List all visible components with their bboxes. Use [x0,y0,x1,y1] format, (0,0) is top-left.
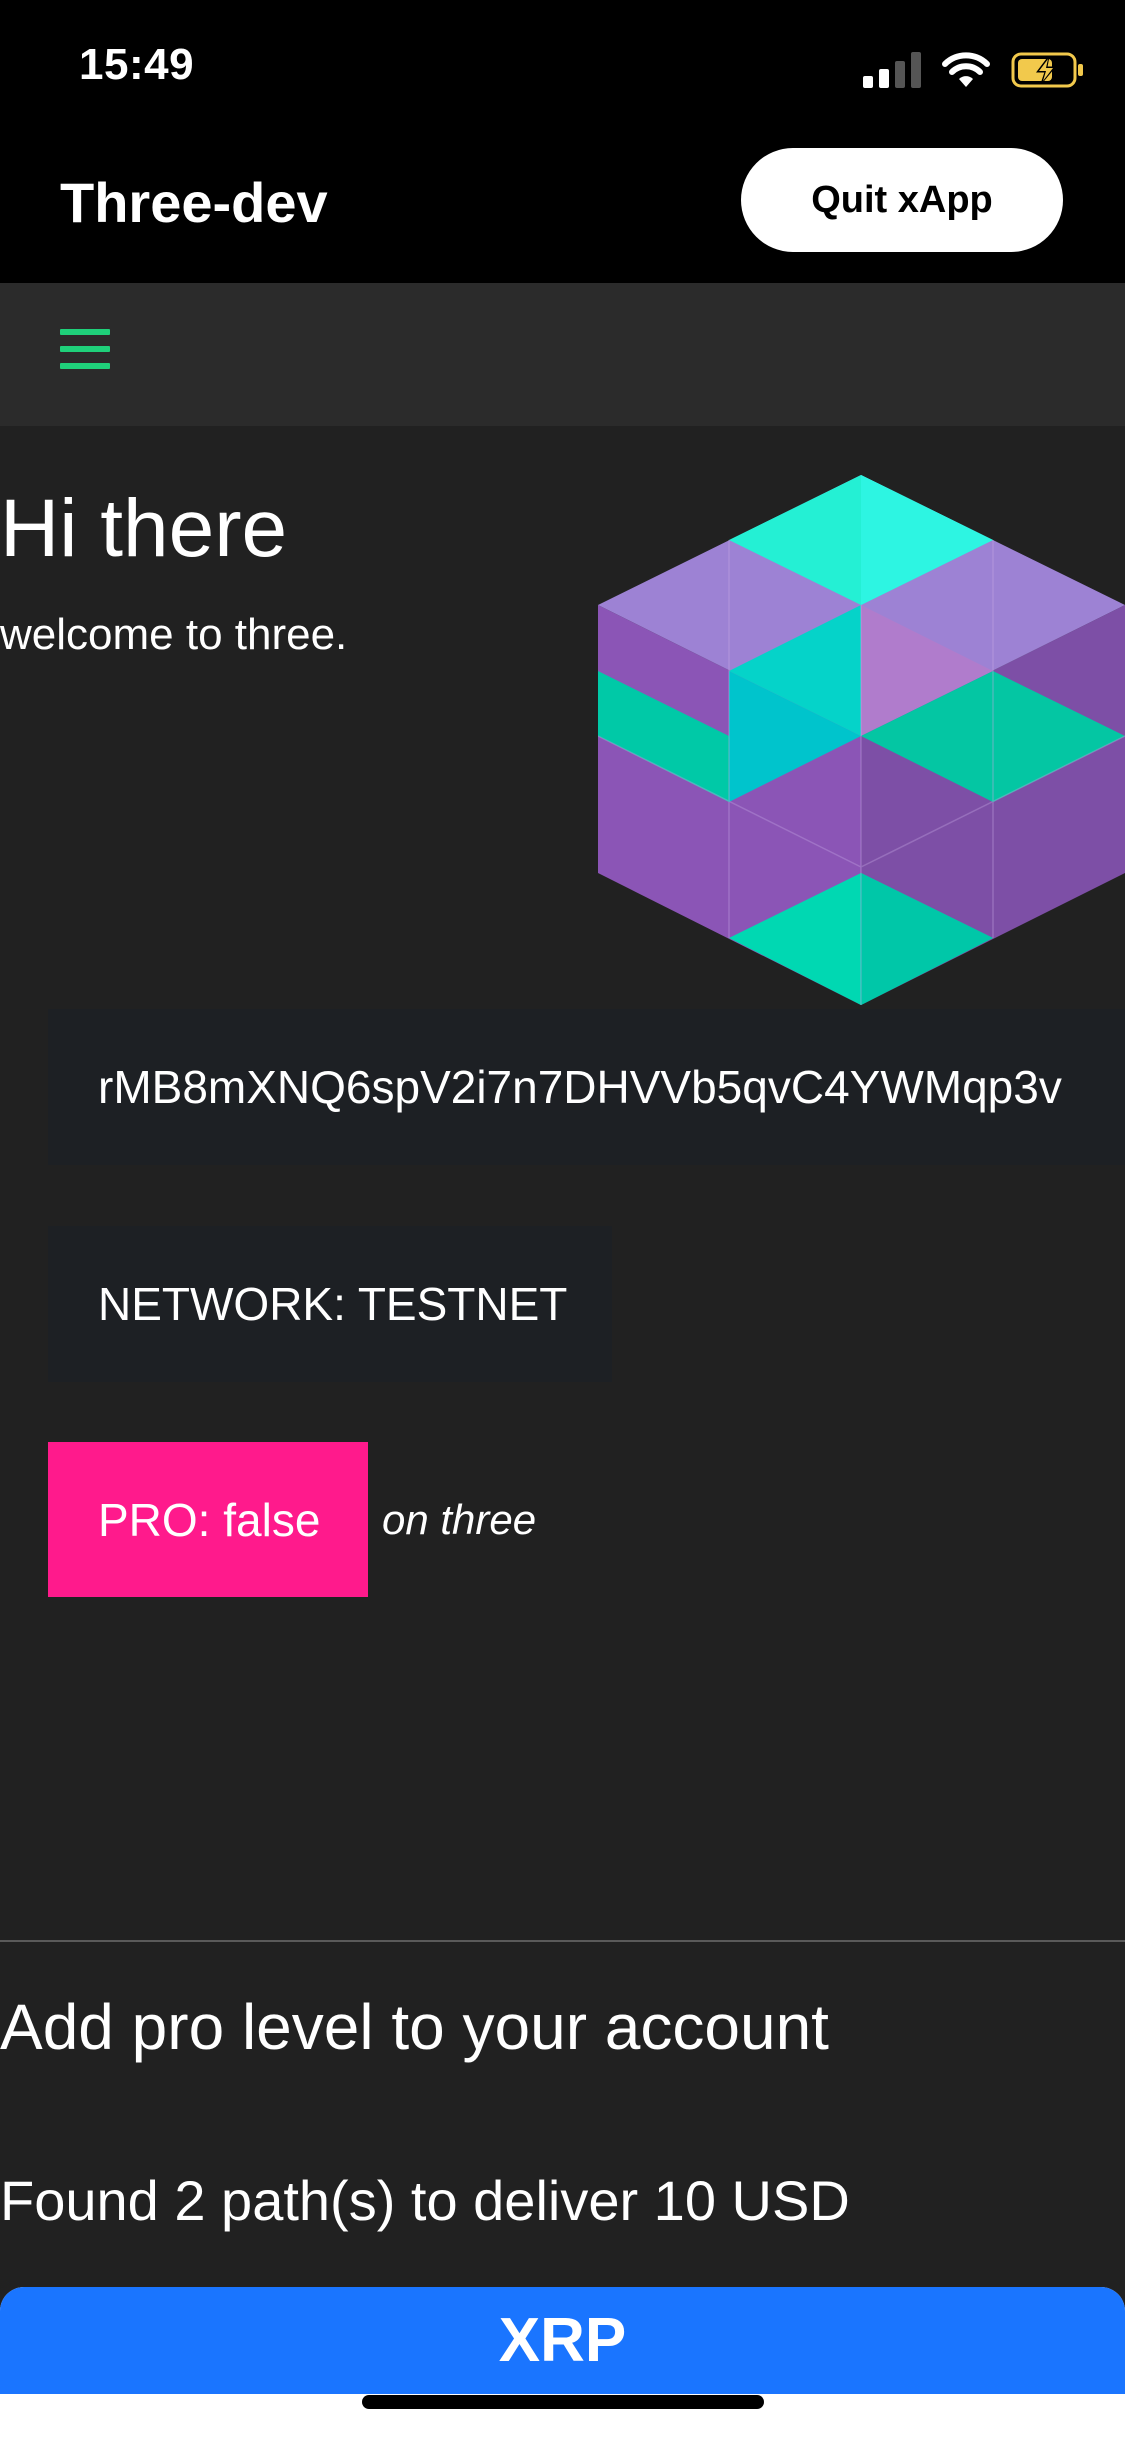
hamburger-icon[interactable] [60,329,110,369]
home-indicator[interactable] [362,2395,764,2409]
wifi-icon [942,52,990,87]
section-divider [0,1940,1125,1942]
app-title: Three-dev [60,171,328,234]
status-time: 15:49 [79,40,195,89]
payment-option-xrp[interactable]: XRP [0,2287,1125,2394]
welcome-text: welcome to three. [0,610,348,659]
network-badge: NETWORK: TESTNET [48,1226,612,1382]
account-address: rMB8mXNQ6spV2i7n7DHVVb5qvC4YWMqp3v [48,1009,1125,1165]
greeting-heading: Hi there [0,483,288,574]
signal-icon [863,52,921,88]
status-icons [863,48,1085,92]
app-bar: Three-dev Quit xApp [0,140,1125,283]
pro-status-badge: PRO: false [48,1442,368,1597]
nav-bar [0,283,1125,426]
pro-suffix-text: on three [382,1496,537,1543]
status-bar: 15:49 [0,0,1125,140]
paths-found-text: Found 2 path(s) to deliver 10 USD [0,2169,850,2232]
upgrade-heading: Add pro level to your account [0,1991,829,2063]
battery-charging-icon [1011,52,1083,88]
quit-xapp-button[interactable]: Quit xApp [741,148,1063,252]
cube-logo-icon [598,475,1125,1005]
payment-option-card[interactable]: XRP [0,2287,1125,2457]
